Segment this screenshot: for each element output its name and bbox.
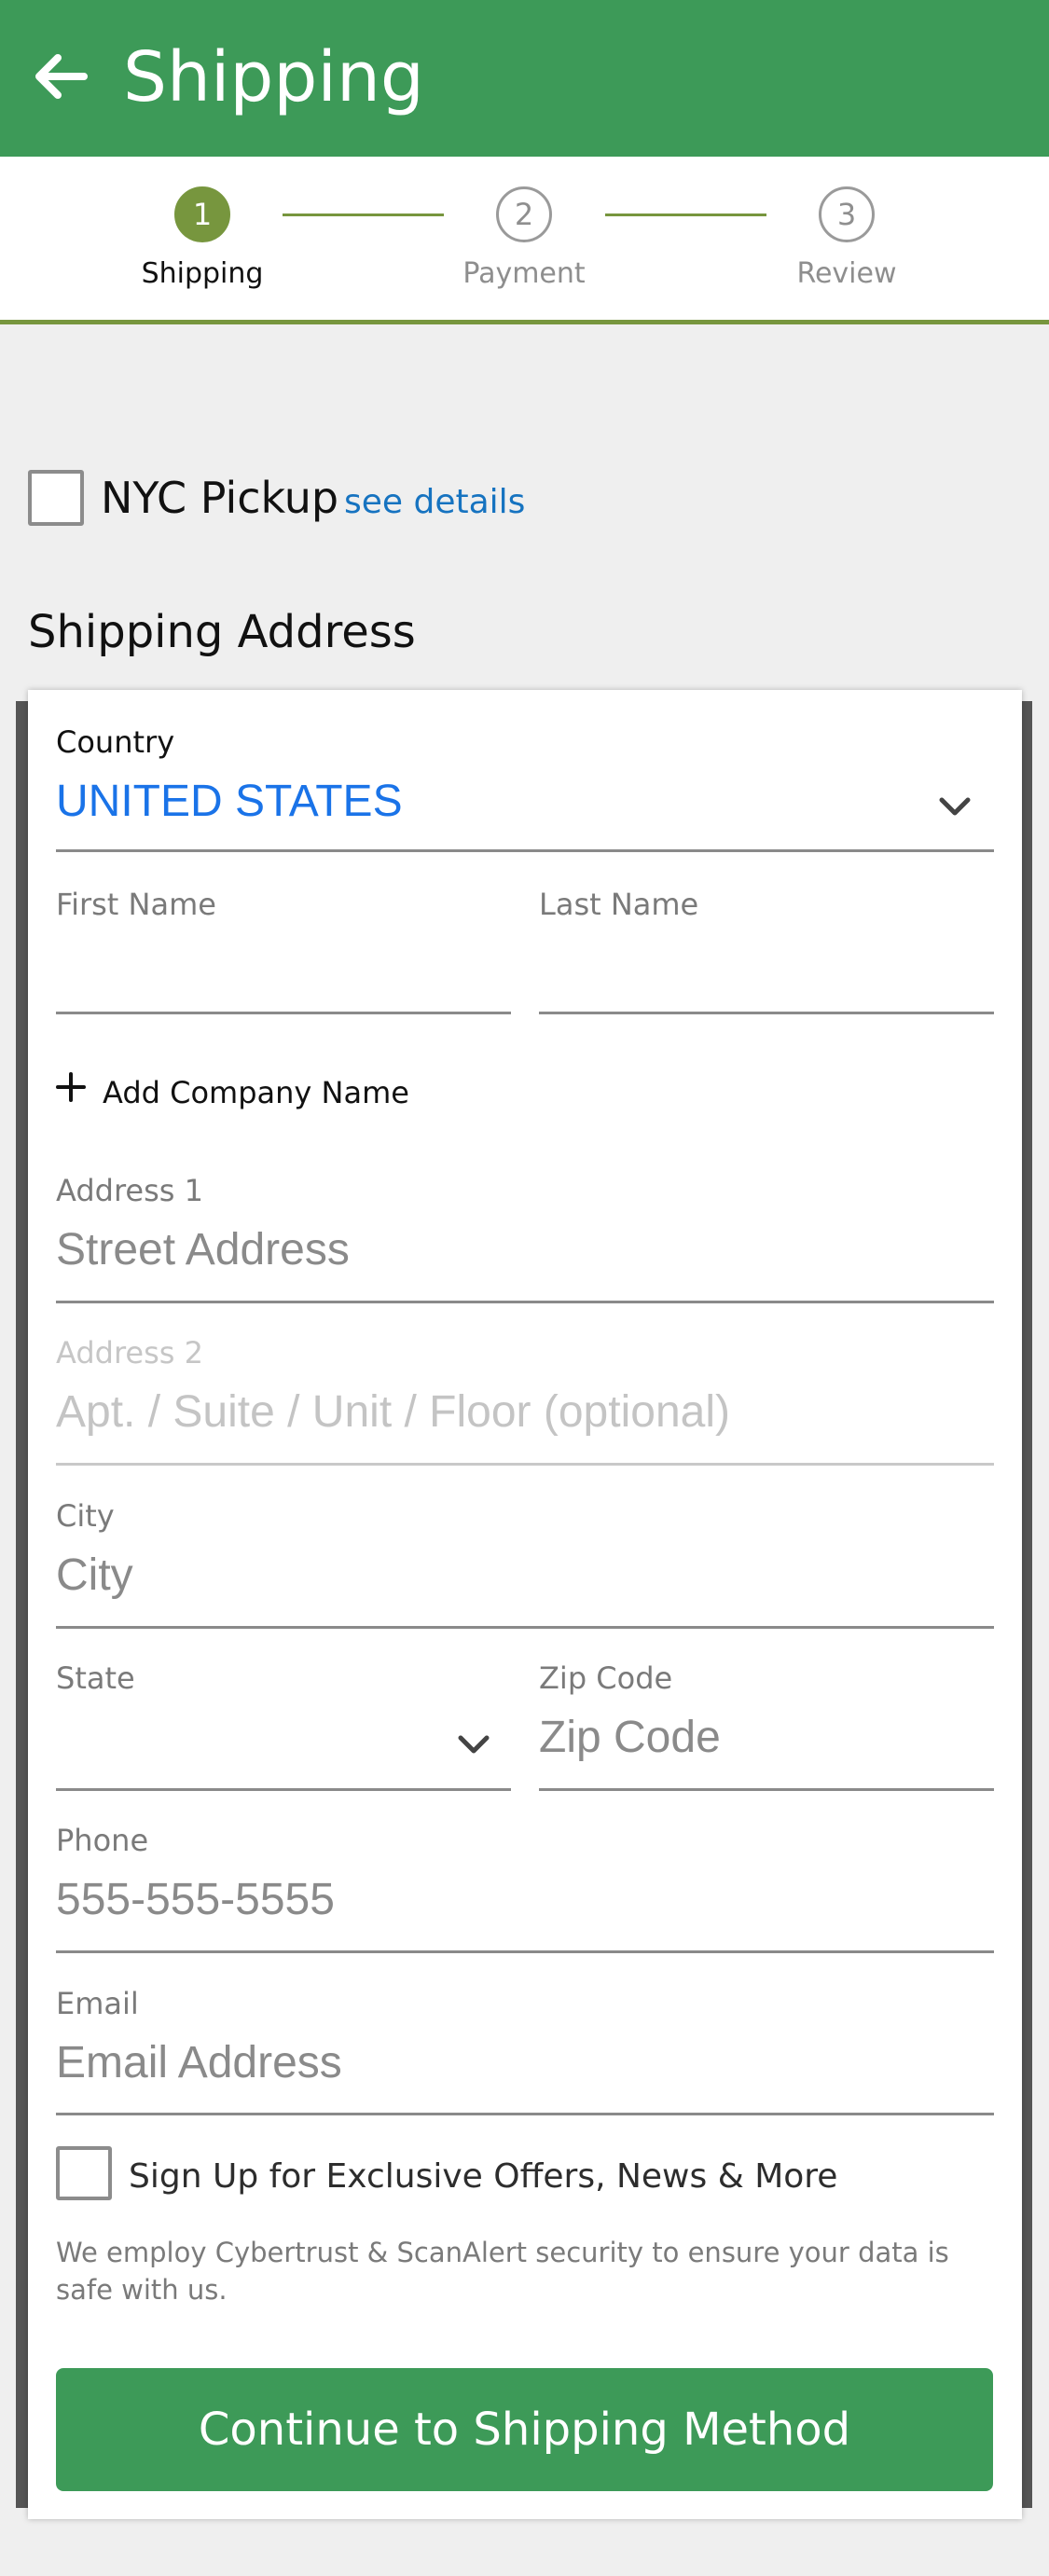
email-underline — [56, 2113, 994, 2115]
arrow-left-icon[interactable] — [26, 41, 97, 112]
page-title: Shipping — [123, 37, 424, 117]
chevron-down-icon[interactable] — [936, 792, 973, 820]
address2-label: Address 2 — [56, 1335, 203, 1371]
first-name-label: First Name — [56, 887, 216, 922]
phone-label: Phone — [56, 1823, 149, 1858]
first-name-underline — [56, 1012, 511, 1014]
first-name-field[interactable] — [56, 934, 511, 986]
step-label: Shipping — [141, 257, 264, 290]
step-label: Payment — [462, 257, 586, 290]
city-underline — [56, 1626, 994, 1629]
offers-signup-label[interactable]: Sign Up for Exclusive Offers, News & Mor… — [129, 2156, 837, 2198]
step-number: 2 — [496, 186, 552, 242]
last-name-underline — [539, 1012, 994, 1014]
last-name-field[interactable] — [539, 934, 994, 986]
chevron-down-icon[interactable] — [455, 1730, 492, 1758]
add-company-name-button[interactable]: Add Company Name — [103, 1074, 409, 1111]
plus-icon[interactable] — [56, 1072, 86, 1102]
city-field[interactable]: City — [56, 1550, 994, 1602]
checkout-stepper: 1 Shipping 2 Payment 3 Review — [0, 157, 1049, 324]
step-number: 1 — [174, 186, 230, 242]
state-underline — [56, 1788, 511, 1791]
see-details-link[interactable]: see details — [344, 478, 525, 527]
state-label: State — [56, 1660, 135, 1696]
offers-signup-checkbox[interactable] — [56, 2146, 112, 2200]
address1-label: Address 1 — [56, 1173, 203, 1208]
section-title: Shipping Address — [28, 606, 416, 658]
nyc-pickup-label[interactable]: NYC Pickup — [101, 469, 338, 527]
address2-field[interactable]: Apt. / Suite / Unit / Floor (optional) — [56, 1386, 994, 1439]
phone-underline — [56, 1950, 994, 1953]
step-number: 3 — [819, 186, 875, 242]
country-label: Country — [56, 724, 175, 760]
zip-underline — [539, 1788, 994, 1791]
step-label: Review — [796, 257, 897, 290]
country-underline — [56, 849, 994, 852]
nyc-pickup-checkbox[interactable] — [28, 470, 84, 526]
state-select[interactable] — [56, 1712, 511, 1764]
zip-label: Zip Code — [539, 1660, 673, 1696]
last-name-label: Last Name — [539, 887, 699, 922]
address1-field[interactable]: Street Address — [56, 1224, 994, 1276]
email-label: Email — [56, 1986, 139, 2021]
country-select[interactable]: UNITED STATES — [56, 776, 403, 828]
app-bar: Shipping — [0, 0, 1049, 157]
step-shipping: 1 Shipping — [109, 186, 296, 290]
step-payment: 2 Payment — [431, 186, 617, 290]
email-field[interactable]: Email Address — [56, 2037, 994, 2089]
address1-underline — [56, 1301, 994, 1303]
step-connector — [605, 214, 766, 216]
continue-to-shipping-method-button[interactable]: Continue to Shipping Method — [56, 2368, 993, 2491]
address2-underline — [56, 1463, 994, 1466]
phone-field[interactable]: 555-555-5555 — [56, 1874, 994, 1926]
security-note: We employ Cybertrust & ScanAlert securit… — [56, 2237, 949, 2306]
zip-field[interactable]: Zip Code — [539, 1712, 994, 1764]
city-label: City — [56, 1498, 115, 1534]
step-review: 3 Review — [753, 186, 940, 290]
step-connector — [283, 214, 444, 216]
